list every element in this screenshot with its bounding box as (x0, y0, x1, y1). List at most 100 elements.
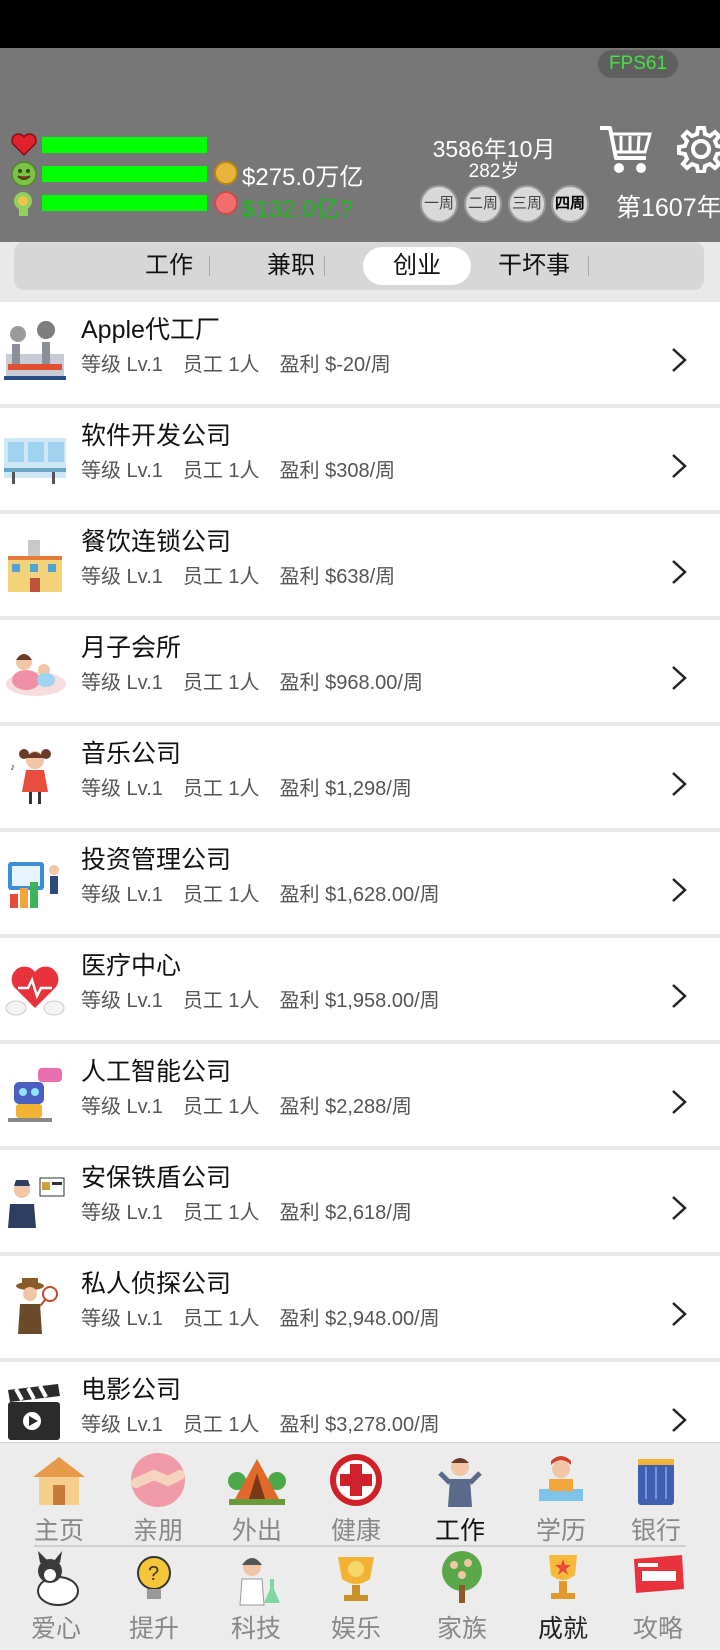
student-icon (531, 1451, 591, 1509)
tab-part-time[interactable]: 兼职 (236, 247, 346, 285)
business-staff: 员工 1人 (182, 884, 260, 906)
business-name: Apple代工厂 (81, 316, 220, 344)
shopping-cart-icon[interactable] (598, 122, 654, 178)
happiness-bar (42, 166, 207, 182)
nav-work[interactable]: 工作 (416, 1451, 504, 1545)
nav-improve[interactable]: ? 提升 (110, 1549, 198, 1643)
list-item[interactable]: 软件开发公司 等级 Lv.1 员工 1人 盈利 $308/周 (0, 408, 720, 510)
business-profit: 盈利 $638/周 (279, 566, 396, 588)
settings-gear-icon[interactable] (677, 125, 720, 173)
smile-icon (10, 161, 38, 187)
business-profit: 盈利 $968.00/周 (279, 672, 423, 694)
category-tabs: 工作 兼职 创业 干坏事 (14, 242, 704, 290)
robot-icon (8, 1068, 62, 1122)
bank-icon (626, 1451, 686, 1509)
list-item[interactable]: 餐饮连锁公司 等级 Lv.1 员工 1人 盈利 $638/周 (0, 514, 720, 616)
week-button-3[interactable]: 三周 (508, 185, 546, 223)
week-button-4[interactable]: 四周 (551, 185, 589, 223)
nav-label: 外出 (231, 1517, 282, 1545)
chevron-right-icon (672, 1196, 687, 1220)
business-name: 投资管理公司 (81, 846, 232, 874)
business-info: 等级 Lv.1 员工 1人 盈利 $638/周 (81, 560, 415, 589)
nav-label: 娱乐 (330, 1615, 381, 1643)
business-name: 电影公司 (81, 1376, 182, 1404)
year-counter: 第1607年 (616, 194, 720, 222)
svg-text:♪: ♪ (10, 762, 15, 773)
nav-charity[interactable]: 爱心 (12, 1549, 100, 1643)
scientist-icon (226, 1549, 286, 1607)
business-staff: 员工 1人 (182, 354, 260, 376)
tab-startup[interactable]: 创业 (363, 247, 471, 285)
chart-icon (8, 862, 59, 908)
list-item[interactable]: 电影公司 等级 Lv.1 员工 1人 盈利 $3,278.00/周 (0, 1362, 720, 1442)
business-info: 等级 Lv.1 员工 1人 盈利 $2,948.00/周 (81, 1302, 460, 1331)
business-profit: 盈利 $2,618/周 (279, 1202, 412, 1224)
nav-label: 成就 (537, 1615, 588, 1643)
business-staff: 员工 1人 (182, 672, 260, 694)
business-profit: 盈利 $-20/周 (279, 354, 391, 376)
chevron-right-icon (672, 666, 687, 690)
dog-icon (26, 1549, 86, 1607)
nav-label: 科技 (230, 1615, 281, 1643)
list-item[interactable]: 安保铁盾公司 等级 Lv.1 员工 1人 盈利 $2,618/周 (0, 1150, 720, 1252)
money-total: $275.0万亿 (242, 164, 364, 191)
business-staff: 员工 1人 (182, 1202, 260, 1224)
nav-home[interactable]: 主页 (15, 1451, 103, 1545)
business-profit: 盈利 $1,958.00/周 (279, 990, 440, 1012)
business-level: 等级 Lv.1 (81, 990, 163, 1012)
nav-tips[interactable]: 攻略 (614, 1549, 702, 1643)
money-savings: $132.0亿? (242, 196, 353, 223)
tab-work[interactable]: 工作 (114, 247, 224, 285)
nav-achievements[interactable]: 成就 (519, 1549, 607, 1643)
fps-counter: FPS61 (598, 50, 678, 78)
business-staff: 员工 1人 (182, 1414, 260, 1436)
business-info: 等级 Lv.1 员工 1人 盈利 $3,278.00/周 (81, 1408, 460, 1437)
business-level: 等级 Lv.1 (81, 1414, 163, 1436)
singer-icon: ♪ (10, 749, 51, 804)
business-info: 等级 Lv.1 员工 1人 盈利 $308/周 (81, 454, 415, 483)
business-info: 等级 Lv.1 员工 1人 盈利 $968.00/周 (81, 666, 443, 695)
nav-outing[interactable]: 外出 (213, 1451, 301, 1545)
list-item[interactable]: 医疗中心 等级 Lv.1 员工 1人 盈利 $1,958.00/周 (0, 938, 720, 1040)
nav-friends[interactable]: 亲朋 (114, 1451, 202, 1545)
week-button-2[interactable]: 二周 (464, 185, 502, 223)
business-name: 安保铁盾公司 (81, 1164, 232, 1192)
business-profit: 盈利 $3,278.00/周 (279, 1414, 440, 1436)
heart-icon (10, 132, 38, 158)
health-bar (42, 137, 207, 153)
business-name: 音乐公司 (81, 740, 182, 768)
nav-education[interactable]: 学历 (517, 1451, 605, 1545)
week-button-1[interactable]: 一周 (420, 185, 458, 223)
business-level: 等级 Lv.1 (81, 1096, 163, 1118)
factory-icon (4, 321, 66, 380)
chevron-right-icon (672, 560, 687, 584)
intelligence-bar (42, 195, 207, 211)
house-icon (29, 1451, 89, 1509)
business-name: 软件开发公司 (81, 422, 232, 450)
trophy-cup-icon (326, 1549, 386, 1607)
list-item[interactable]: 月子会所 等级 Lv.1 员工 1人 盈利 $968.00/周 (0, 620, 720, 722)
nav-entertainment[interactable]: 娱乐 (312, 1549, 400, 1643)
coin-icon (214, 161, 238, 185)
business-name: 月子会所 (81, 634, 182, 662)
list-item[interactable]: Apple代工厂 等级 Lv.1 员工 1人 盈利 $-20/周 (0, 302, 720, 404)
brain-icon (10, 191, 38, 217)
tab-bad-deeds[interactable]: 干坏事 (480, 247, 588, 285)
business-staff: 员工 1人 (182, 460, 260, 482)
business-level: 等级 Lv.1 (81, 566, 163, 588)
list-item[interactable]: ♪ 音乐公司 等级 Lv.1 员工 1人 盈利 $1,298/周 (0, 726, 720, 828)
list-item[interactable]: 投资管理公司 等级 Lv.1 员工 1人 盈利 $1,628.00/周 (0, 832, 720, 934)
nav-family[interactable]: 家族 (418, 1549, 506, 1643)
category-tabs-area: 工作 兼职 创业 干坏事 (0, 242, 720, 302)
business-staff: 员工 1人 (182, 566, 260, 588)
business-profit: 盈利 $308/周 (279, 460, 396, 482)
business-info: 等级 Lv.1 员工 1人 盈利 $-20/周 (81, 348, 411, 377)
nav-bank[interactable]: 银行 (612, 1451, 700, 1545)
nav-technology[interactable]: 科技 (212, 1549, 300, 1643)
business-info: 等级 Lv.1 员工 1人 盈利 $1,298/周 (81, 772, 432, 801)
nav-health[interactable]: 健康 (312, 1451, 400, 1545)
list-item[interactable]: 私人侦探公司 等级 Lv.1 员工 1人 盈利 $2,948.00/周 (0, 1256, 720, 1358)
business-name: 人工智能公司 (81, 1058, 232, 1086)
list-item[interactable]: 人工智能公司 等级 Lv.1 员工 1人 盈利 $2,288/周 (0, 1044, 720, 1146)
bottom-navigation: 主页 亲朋 外出 健康 工作 学历 银行 爱心 ? 提升 科技 娱乐 家族 成就… (0, 1442, 720, 1650)
